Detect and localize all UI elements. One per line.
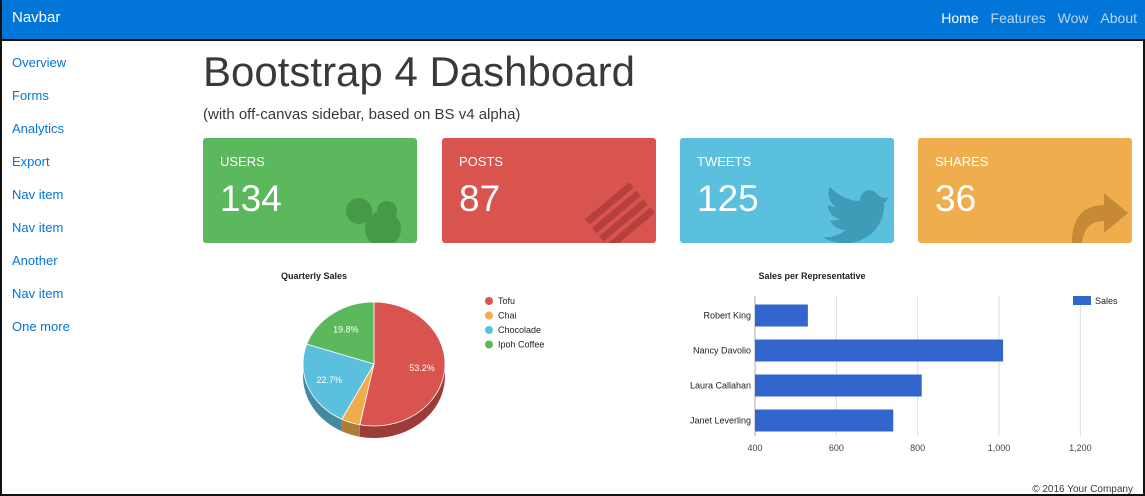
footer-copyright: © 2016 Your Company (1032, 484, 1133, 495)
legend-swatch (485, 340, 493, 349)
card-label: USERS (220, 154, 265, 169)
stat-card-users[interactable]: USERS 134 (203, 138, 417, 243)
stat-card-posts[interactable]: POSTS 87 (442, 138, 656, 243)
card-value: 134 (220, 178, 282, 219)
users-icon (346, 198, 401, 243)
stat-card-shares[interactable]: SHARES 36 (918, 138, 1132, 243)
sidebar-item-nav-item[interactable]: Nav item (12, 286, 70, 319)
bar-tick-label: 1,200 (1069, 443, 1092, 453)
bar[interactable] (755, 304, 808, 327)
card-label: POSTS (459, 154, 504, 169)
page-title: Bootstrap 4 Dashboard (203, 48, 635, 95)
nav-link-home[interactable]: Home (941, 10, 978, 26)
sidebar-item-nav-item[interactable]: Nav item (12, 220, 70, 253)
pie-chart: Quarterly Sales 53.2% 22.7% 19.8% Tofu C… (281, 271, 544, 438)
legend-swatch (1073, 296, 1091, 305)
bar[interactable] (755, 374, 922, 397)
sidebar-item-overview[interactable]: Overview (12, 55, 70, 88)
bar-tick-label: 600 (829, 443, 844, 453)
legend-label: Tofu (498, 296, 515, 306)
bar-category-labels: Robert King Nancy Davolio Laura Callahan… (690, 311, 751, 426)
legend-label: Ipoh Coffee (498, 340, 544, 350)
card-value: 36 (935, 178, 977, 219)
bar-tick-labels: 400 600 800 1,000 1,200 (747, 443, 1091, 453)
pie-value-label: 22.7% (317, 375, 343, 385)
twitter-icon (822, 187, 888, 243)
navbar: Navbar Home Features Wow About (2, 0, 1145, 41)
bar-tick-label: 800 (910, 443, 925, 453)
card-label: TWEETS (697, 154, 752, 169)
legend-label: Sales (1095, 296, 1118, 306)
card-value: 87 (459, 178, 501, 219)
nav-link-wow[interactable]: Wow (1058, 10, 1089, 26)
sidebar-item-nav-item[interactable]: Nav item (12, 187, 70, 220)
bar-chart: Sales per Representative Robert King Nan… (690, 271, 1118, 453)
card-value: 125 (697, 178, 759, 219)
bar[interactable] (755, 409, 894, 432)
page-subtitle: (with off-canvas sidebar, based on BS v4… (203, 106, 521, 123)
bar-category-label: Laura Callahan (690, 381, 751, 391)
pie-legend: Tofu Chai Chocolade Ipoh Coffee (485, 296, 544, 350)
bar-tick-label: 1,000 (988, 443, 1011, 453)
sidebar-item-analytics[interactable]: Analytics (12, 121, 70, 154)
card-label: SHARES (935, 154, 989, 169)
legend-label: Chocolade (498, 325, 541, 335)
sidebar-item-export[interactable]: Export (12, 154, 70, 187)
bar[interactable] (755, 339, 1004, 362)
pie-chart-title: Quarterly Sales (281, 271, 347, 281)
bar-category-label: Nancy Davolio (693, 346, 751, 356)
legend-swatch (485, 311, 493, 320)
pie-value-label: 19.8% (333, 325, 359, 335)
bar-chart-title: Sales per Representative (758, 271, 865, 281)
legend-swatch (485, 297, 493, 305)
sidebar-item-one-more[interactable]: One more (12, 319, 70, 352)
nav-link-features[interactable]: Features (991, 10, 1046, 26)
navbar-brand[interactable]: Navbar (12, 9, 60, 26)
list-icon (584, 183, 654, 243)
sidebar-item-forms[interactable]: Forms (12, 88, 70, 121)
bar-category-label: Janet Leverling (690, 416, 751, 426)
bar-bars (755, 304, 1004, 432)
share-icon (1072, 193, 1128, 243)
sidebar-item-another[interactable]: Another (12, 253, 70, 286)
sidebar: Overview Forms Analytics Export Nav item… (12, 55, 70, 352)
bar-category-label: Robert King (703, 311, 751, 321)
nav-link-about[interactable]: About (1100, 10, 1137, 26)
stat-card-tweets[interactable]: TWEETS 125 (680, 138, 894, 243)
legend-swatch (485, 326, 493, 334)
pie-value-label: 53.2% (409, 363, 435, 373)
navbar-links: Home Features Wow About (933, 10, 1137, 26)
legend-label: Chai (498, 311, 517, 321)
bar-tick-label: 400 (747, 443, 762, 453)
